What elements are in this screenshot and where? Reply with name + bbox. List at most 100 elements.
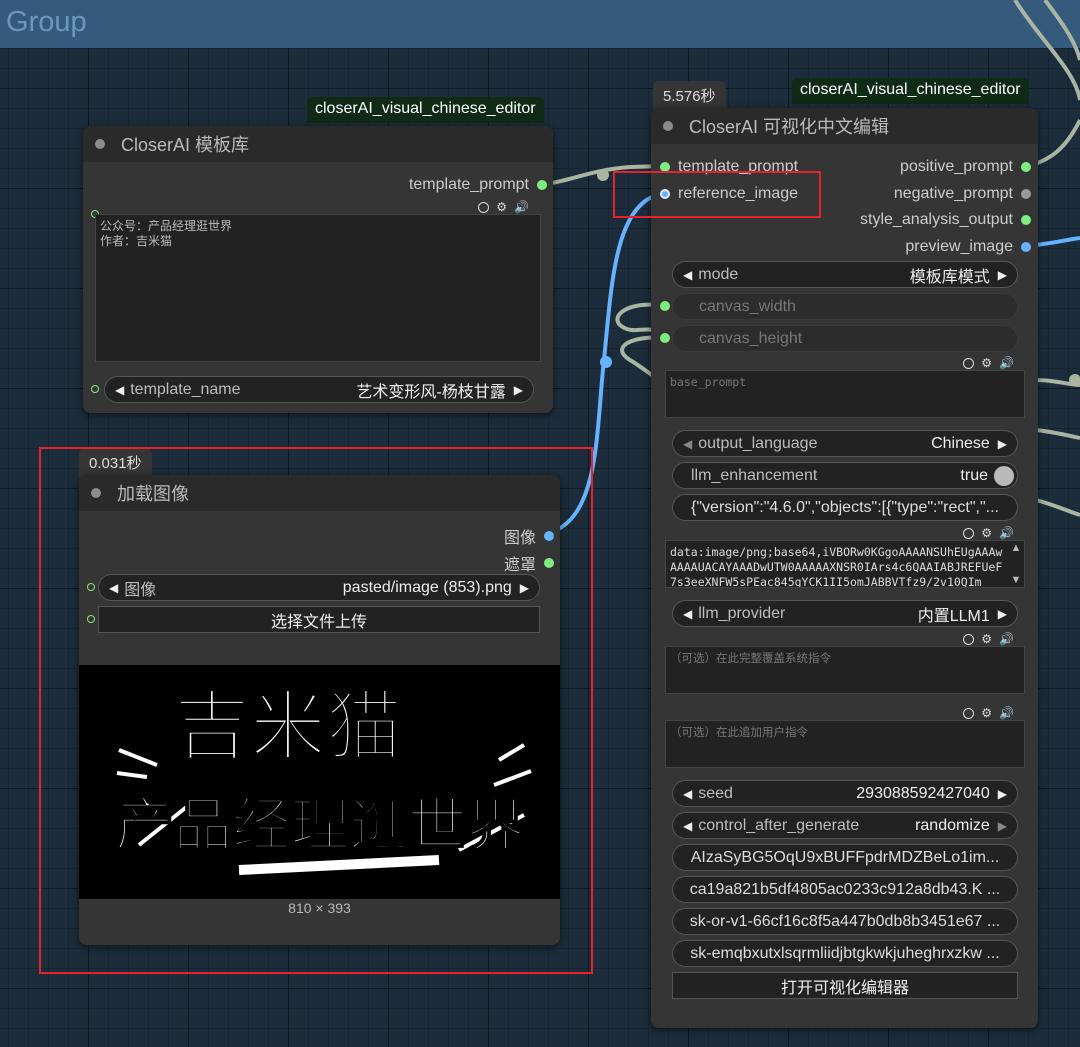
widget-input-port-icon[interactable] (91, 385, 99, 393)
gear-icon[interactable]: ⚙ (981, 632, 992, 646)
api-key-2-widget[interactable]: ca19a821b5df4805ac0233c912a8db43.K ... (672, 876, 1018, 903)
template-library-node[interactable]: CloserAI 模板库 template_prompt ⚙ 🔊 公众号：产品经… (83, 126, 553, 413)
mode-combo[interactable]: ◀ mode 模板库模式 ▶ (672, 261, 1018, 288)
speaker-icon[interactable]: 🔊 (999, 356, 1014, 370)
output-preview-image[interactable]: preview_image (905, 238, 1031, 256)
output-negative-prompt[interactable]: negative_prompt (894, 185, 1031, 203)
textarea-scrollbar[interactable]: ▲ ▼ (1009, 542, 1023, 586)
arrow-left-icon[interactable]: ◀ (683, 787, 692, 801)
widget-label: control_after_generate (698, 816, 860, 834)
arrow-left-icon[interactable]: ◀ (683, 607, 692, 621)
output-template-prompt[interactable]: template_prompt (409, 176, 547, 194)
widget-value: 293088592427040 (856, 784, 990, 802)
output-port-icon[interactable] (1021, 242, 1031, 252)
gear-icon[interactable]: ⚙ (981, 526, 992, 540)
gear-icon[interactable]: ⚙ (981, 706, 992, 720)
widget-input-port-icon[interactable] (660, 333, 670, 343)
editor-exec-time: 5.576秒 (653, 81, 726, 111)
arrow-right-icon[interactable]: ▶ (514, 383, 523, 397)
speaker-icon[interactable]: 🔊 (514, 200, 529, 214)
arrow-right-icon[interactable]: ▶ (998, 268, 1007, 282)
scroll-down-icon[interactable]: ▼ (1011, 574, 1022, 586)
output-language-combo[interactable]: ◀ output_language Chinese ▶ (672, 430, 1018, 457)
arrow-left-icon[interactable]: ◀ (683, 268, 692, 282)
llm-enhancement-toggle[interactable]: llm_enhancement true (672, 462, 1018, 489)
output-port-icon[interactable] (1021, 162, 1031, 172)
circle-icon[interactable] (963, 633, 975, 645)
widget-value: AIzaSyBG5OqU9xBUFFpdrMDZBeLo1im... (690, 848, 1000, 866)
slot-label: template_prompt (408, 176, 529, 193)
widget-toolbar[interactable]: ⚙ 🔊 (478, 200, 529, 214)
widget-toolbar[interactable]: ⚙ 🔊 (963, 632, 1014, 646)
widget-toolbar[interactable]: ⚙ 🔊 (963, 356, 1014, 370)
widget-value: ca19a821b5df4805ac0233c912a8db43.K ... (689, 880, 1001, 898)
widget-input-port-icon[interactable] (660, 301, 670, 311)
arrow-right-icon[interactable]: ▶ (998, 819, 1007, 833)
api-key-3-widget[interactable]: sk-or-v1-66cf16c8f5a447b0db8b3451e67 ... (672, 908, 1018, 935)
widget-label: seed (698, 784, 733, 802)
arrow-right-icon[interactable]: ▶ (998, 787, 1007, 801)
output-positive-prompt[interactable]: positive_prompt (900, 158, 1031, 176)
canvas-width-widget[interactable]: canvas_width (672, 293, 1018, 320)
template-name-combo[interactable]: ◀ template_name 艺术变形风-杨枝甘露 ▶ (104, 376, 534, 403)
user-prompt-input[interactable]: （可选）在此追加用户指令 (665, 720, 1025, 768)
widget-value: Chinese (931, 434, 990, 452)
open-visual-editor-button[interactable]: 打开可视化编辑器 (672, 972, 1018, 999)
api-key-4-widget[interactable]: sk-emqbxutxlsqrmliidjbtgkwkjuheghrxzkw .… (672, 940, 1018, 967)
visual-editor-node[interactable]: CloserAI 可视化中文编辑 template_prompt referen… (651, 108, 1038, 1028)
output-port-icon[interactable] (1021, 189, 1031, 199)
arrow-left-icon[interactable]: ◀ (115, 383, 124, 397)
output-style-analysis[interactable]: style_analysis_output (860, 211, 1031, 229)
highlight-reference-image (613, 171, 821, 218)
wire-reroute-dot (597, 169, 609, 181)
highlight-load-image (39, 447, 593, 974)
collapse-dot-icon[interactable] (95, 139, 105, 149)
slot-label: preview_image (905, 238, 1013, 255)
gear-icon[interactable]: ⚙ (496, 200, 507, 214)
widget-label: canvas_height (699, 329, 803, 347)
arrow-right-icon[interactable]: ▶ (998, 437, 1007, 451)
widget-toolbar[interactable]: ⚙ 🔊 (963, 526, 1014, 540)
node-title: CloserAI 可视化中文编辑 (689, 117, 890, 137)
api-key-1-widget[interactable]: AIzaSyBG5OqU9xBUFFpdrMDZBeLo1im... (672, 844, 1018, 871)
system-prompt-input[interactable]: （可选）在此完整覆盖系统指令 (665, 646, 1025, 694)
seed-widget[interactable]: ◀ seed 293088592427040 ▶ (672, 780, 1018, 807)
widget-label: llm_provider (698, 604, 786, 622)
control-after-generate-combo[interactable]: ◀ control_after_generate randomize ▶ (672, 812, 1018, 839)
widget-label: canvas_width (699, 297, 796, 315)
slot-label: positive_prompt (900, 158, 1013, 175)
template-text-area[interactable]: 公众号：产品经理逛世界 作者：吉米猫 (95, 214, 541, 362)
image-data-input[interactable]: data:image/png;base64,iVBORw0KGgoAAAANSU… (665, 540, 1025, 588)
widget-value: 艺术变形风-杨枝甘露 (356, 383, 506, 401)
gear-icon[interactable]: ⚙ (981, 356, 992, 370)
canvas-height-widget[interactable]: canvas_height (672, 325, 1018, 352)
wire-right-3 (1035, 498, 1080, 517)
arrow-right-icon[interactable]: ▶ (998, 607, 1007, 621)
scroll-up-icon[interactable]: ▲ (1011, 542, 1022, 554)
widget-label: llm_enhancement (691, 466, 818, 484)
node-header[interactable]: CloserAI 模板库 (83, 126, 553, 162)
circle-icon[interactable] (963, 357, 975, 369)
collapse-dot-icon[interactable] (663, 121, 673, 131)
base-prompt-input[interactable]: base_prompt (665, 370, 1025, 418)
widget-value: randomize (915, 816, 990, 834)
speaker-icon[interactable]: 🔊 (999, 632, 1014, 646)
toggle-knob-icon[interactable] (994, 465, 1014, 486)
arrow-left-icon[interactable]: ◀ (683, 819, 692, 833)
node-header[interactable]: CloserAI 可视化中文编辑 (651, 108, 1038, 144)
speaker-icon[interactable]: 🔊 (999, 706, 1014, 720)
canvas-json-widget[interactable]: {"version":"4.6.0","objects":[{"type":"r… (672, 494, 1018, 521)
output-port-icon[interactable] (1021, 215, 1031, 225)
widget-value: 内置LLM1 (917, 607, 990, 625)
circle-icon[interactable] (963, 527, 975, 539)
arrow-left-icon[interactable]: ◀ (683, 437, 692, 451)
widget-label: mode (698, 265, 739, 283)
circle-icon[interactable] (478, 201, 490, 213)
llm-provider-combo[interactable]: ◀ llm_provider 内置LLM1 ▶ (672, 600, 1018, 627)
output-port-icon[interactable] (537, 180, 547, 190)
wire-top-right-2 (1043, 0, 1080, 61)
circle-icon[interactable] (963, 707, 975, 719)
widget-toolbar[interactable]: ⚙ 🔊 (963, 706, 1014, 720)
widget-label: template_name (130, 380, 241, 398)
speaker-icon[interactable]: 🔊 (999, 526, 1014, 540)
